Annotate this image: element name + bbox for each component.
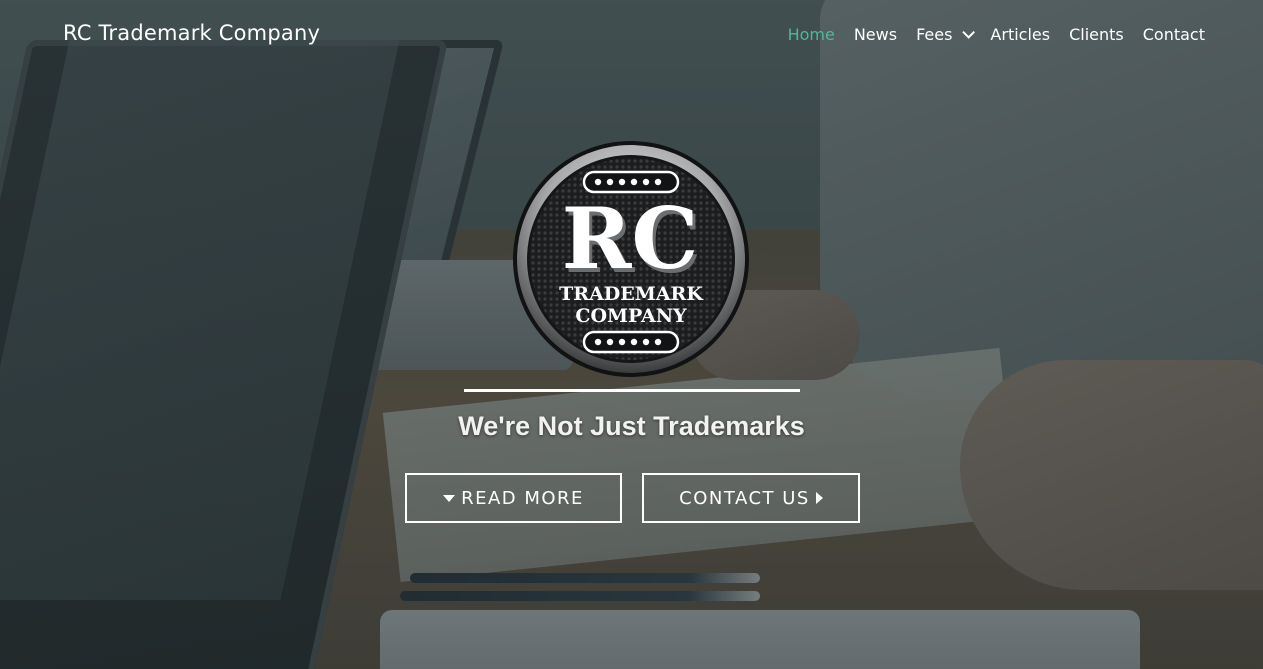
chevron-down-icon (962, 26, 976, 39)
nav-item-label: Home (787, 25, 835, 44)
nav-item-label: Contact (1142, 25, 1205, 44)
nav-item-label: News (853, 25, 898, 44)
nav-item-articles[interactable]: Articles (990, 25, 1050, 44)
read-more-label: READ MORE (461, 487, 584, 509)
read-more-button[interactable]: READ MORE (405, 473, 622, 523)
caret-right-icon (815, 492, 823, 504)
svg-text:COMPANY: COMPANY (575, 305, 687, 327)
divider-line (464, 389, 800, 392)
hero-section: RC Trademark Company Home News Fees Arti… (0, 0, 1263, 669)
nav-item-label: Fees (916, 25, 953, 44)
svg-text:TRADEMARK: TRADEMARK (559, 283, 704, 305)
svg-text:RC: RC (562, 189, 699, 288)
nav-item-contact[interactable]: Contact (1143, 25, 1205, 44)
contact-us-button[interactable]: CONTACT US (642, 473, 860, 523)
navbar: RC Trademark Company Home News Fees Arti… (0, 0, 1263, 72)
nav-item-news[interactable]: News (854, 25, 897, 44)
contact-us-label: CONTACT US (679, 487, 810, 509)
nav-item-label: Clients (1069, 25, 1124, 44)
rc-trademark-company-logo: RC RC TRADEMARK COMPANY (513, 141, 749, 377)
brand-link[interactable]: RC Trademark Company (63, 21, 320, 45)
hero-tagline: We're Not Just Trademarks (458, 411, 805, 441)
nav-item-label: Articles (990, 25, 1051, 44)
nav-item-home[interactable]: Home (788, 25, 835, 44)
nav-item-clients[interactable]: Clients (1069, 25, 1124, 44)
nav-item-fees[interactable]: Fees (916, 25, 976, 44)
caret-down-icon (443, 494, 456, 502)
nav-menu: Home News Fees Articles Clients Contact (769, 25, 1205, 44)
